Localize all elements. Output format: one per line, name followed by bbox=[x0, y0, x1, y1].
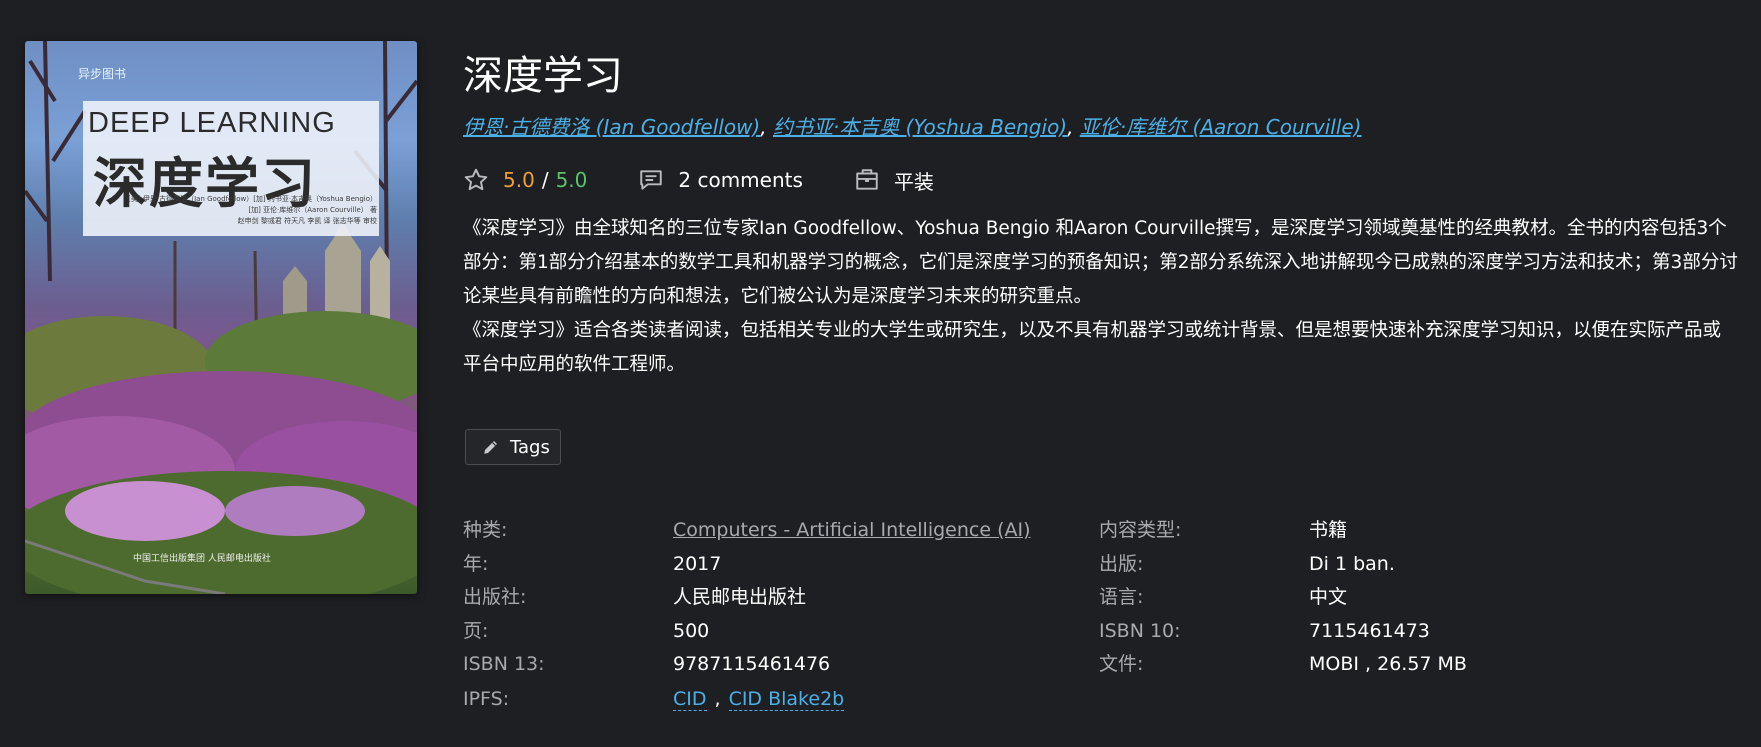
file-value: MOBI , 26.57 MB bbox=[1309, 653, 1467, 675]
cover-authors: [美] 伊恩·古德费洛（Ian Goodfellow）[加] 约书亚·本吉奥（Y… bbox=[87, 194, 377, 227]
isbn10-label: ISBN 10: bbox=[1099, 620, 1181, 642]
category-value: Computers - Artificial Intelligence (AI) bbox=[673, 513, 1031, 547]
tags-button[interactable]: Tags bbox=[465, 429, 561, 465]
content-type-label: 内容类型: bbox=[1099, 519, 1182, 541]
speech-bubble-icon bbox=[638, 167, 664, 193]
description-paragraph-1: 《深度学习》由全球知名的三位专家Ian Goodfellow、Yoshua Be… bbox=[463, 218, 1738, 307]
description-paragraph-2: 《深度学习》适合各类读者阅读，包括相关专业的大学生或研究生，以及不具有机器学习或… bbox=[463, 320, 1722, 375]
language-label: 语言: bbox=[1099, 586, 1144, 608]
author-link-bengio[interactable]: 约书亚·本吉奥 (Yoshua Bengio) bbox=[773, 115, 1067, 139]
book-format: 平装 bbox=[854, 166, 934, 195]
cover-publisher-logo: 异步图书 bbox=[78, 67, 127, 81]
book-detail-page: 异步图书 DEEP LEARNING 深度学习 [美] 伊恩·古德费洛（Ian … bbox=[0, 0, 1761, 747]
rating-value: 5.0 bbox=[503, 168, 535, 192]
pencil-icon bbox=[482, 438, 500, 456]
edition-label: 出版: bbox=[1099, 553, 1144, 575]
author-separator: , bbox=[1067, 115, 1080, 139]
rating-max: 5.0 bbox=[555, 168, 588, 192]
ipfs-label: IPFS: bbox=[463, 688, 510, 710]
isbn10-value: 7115461473 bbox=[1309, 620, 1430, 642]
ipfs-cid-link[interactable]: CID bbox=[673, 688, 707, 711]
category-label: 种类: bbox=[463, 519, 508, 541]
ipfs-separator: , bbox=[714, 688, 721, 710]
format-label: 平装 bbox=[893, 169, 934, 194]
ipfs-cid-blake2b-link[interactable]: CID Blake2b bbox=[728, 688, 845, 711]
pages-label: 页: bbox=[463, 620, 489, 642]
rating[interactable]: 5.0 / 5.0 bbox=[463, 167, 587, 193]
book-authors: 伊恩·古德费洛 (Ian Goodfellow), 约书亚·本吉奥 (Yoshu… bbox=[463, 113, 1362, 141]
book-cover-image[interactable]: 异步图书 DEEP LEARNING 深度学习 [美] 伊恩·古德费洛（Ian … bbox=[25, 41, 417, 594]
star-outline-icon bbox=[463, 167, 489, 193]
category-link[interactable]: Computers - Artificial Intelligence (AI) bbox=[673, 519, 1031, 541]
comments-button[interactable]: 2 comments bbox=[638, 167, 803, 193]
cover-authors-line-3: 赵申剑 黎彧君 符天凡 李凯 译 张志华等 审校 bbox=[237, 217, 377, 225]
author-separator: , bbox=[760, 115, 773, 139]
year-label: 年: bbox=[463, 553, 489, 575]
file-label: 文件: bbox=[1099, 653, 1144, 675]
isbn13-value: 9787115461476 bbox=[673, 653, 831, 675]
cover-title-english: DEEP LEARNING bbox=[88, 107, 336, 139]
content-type-value: 书籍 bbox=[1309, 519, 1348, 541]
book-description: 《深度学习》由全球知名的三位专家Ian Goodfellow、Yoshua Be… bbox=[463, 212, 1738, 382]
edition-value: Di 1 ban. bbox=[1309, 553, 1395, 575]
publisher-value: 人民邮电出版社 bbox=[673, 586, 807, 608]
publisher-label: 出版社: bbox=[463, 586, 527, 608]
author-link-courville[interactable]: 亚伦·库维尔 (Aaron Courville) bbox=[1080, 115, 1362, 139]
isbn13-label: ISBN 13: bbox=[463, 653, 545, 675]
cover-authors-line-2: [加] 亚伦·库维尔（Aaron Courville） 著 bbox=[248, 206, 377, 214]
ipfs-value: CID, CID Blake2b bbox=[673, 682, 845, 716]
briefcase-icon bbox=[854, 167, 880, 193]
rating-separator: / bbox=[541, 168, 549, 192]
comments-label: 2 comments bbox=[678, 168, 803, 192]
tags-label: Tags bbox=[510, 436, 550, 458]
book-meta-row: 5.0 / 5.0 2 comments 平装 bbox=[463, 163, 934, 197]
author-link-goodfellow[interactable]: 伊恩·古德费洛 (Ian Goodfellow) bbox=[463, 115, 760, 139]
cover-bottom-publisher: 中国工信出版集团 人民邮电出版社 bbox=[133, 554, 271, 564]
language-value: 中文 bbox=[1309, 586, 1348, 608]
year-value: 2017 bbox=[673, 553, 722, 575]
pages-value: 500 bbox=[673, 620, 710, 642]
cover-authors-line-1: [美] 伊恩·古德费洛（Ian Goodfellow）[加] 约书亚·本吉奥（Y… bbox=[128, 195, 377, 203]
book-title: 深度学习 bbox=[463, 53, 623, 99]
